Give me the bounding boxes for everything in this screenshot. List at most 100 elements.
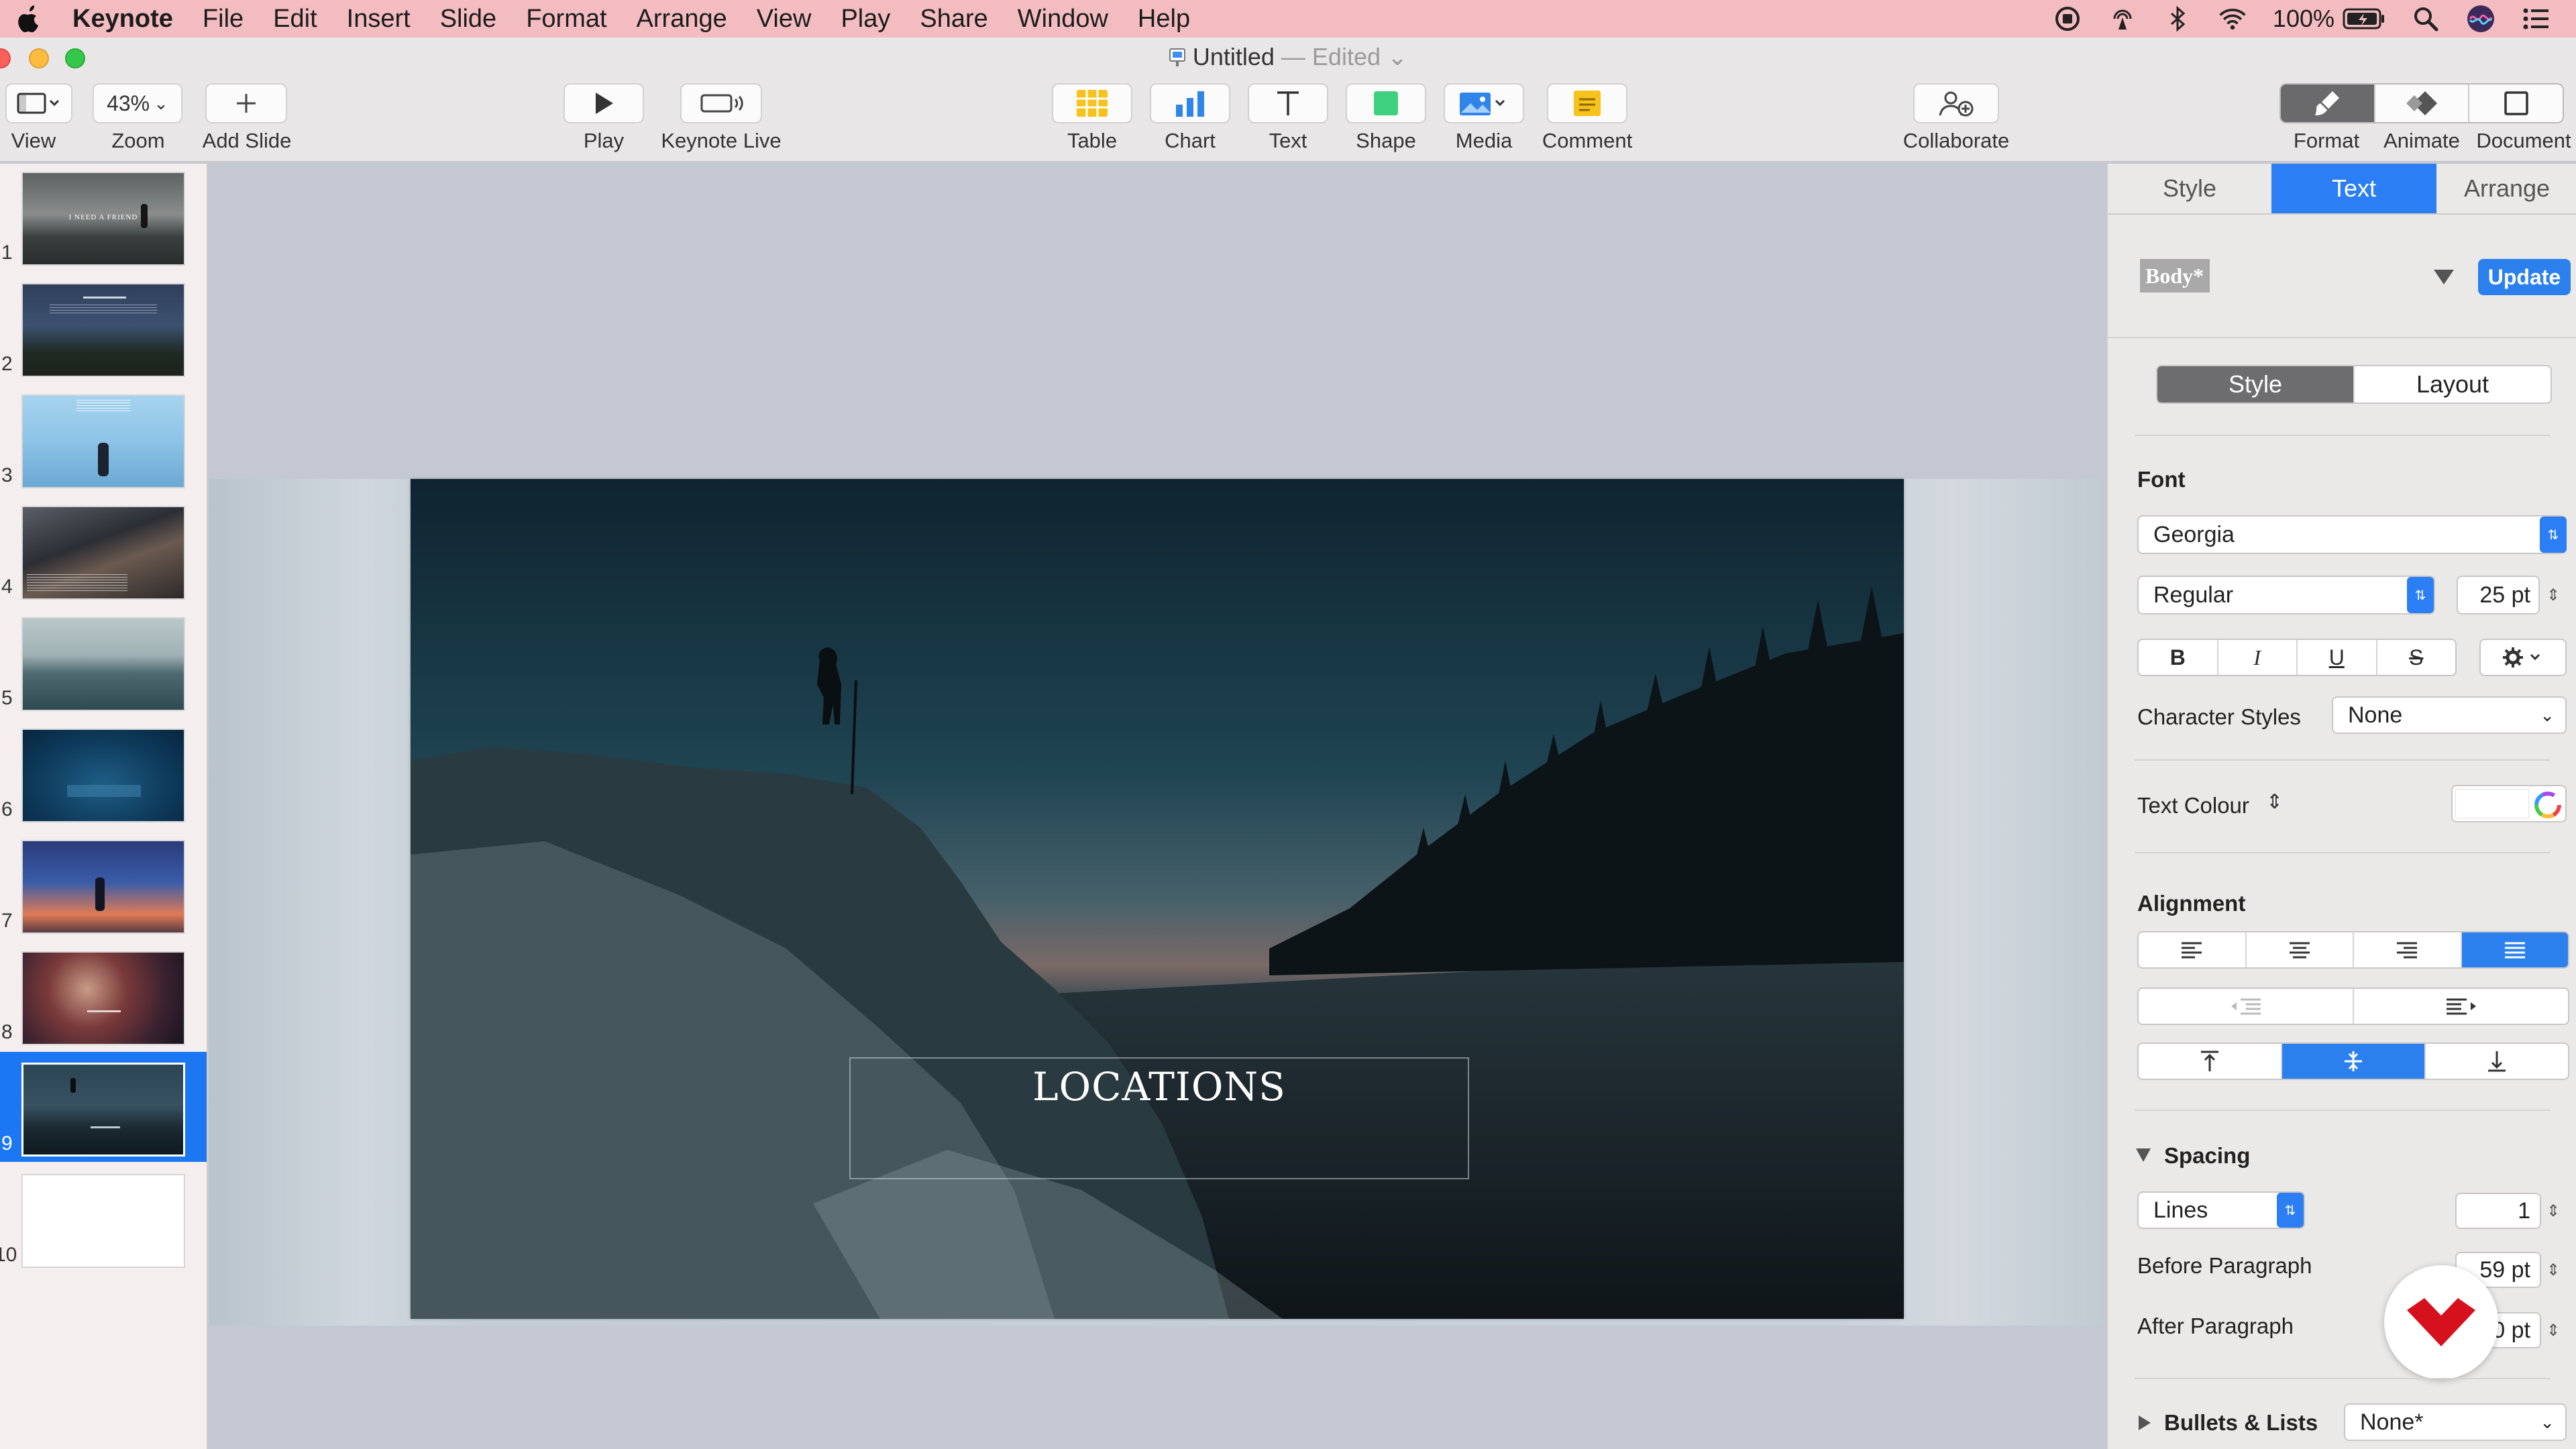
font-family-stepper-icon[interactable]: ⇅ (2540, 517, 2567, 553)
slide-thumbnail-6[interactable] (21, 729, 185, 822)
notification-center-icon[interactable] (2521, 4, 2551, 34)
disclosure-open-icon[interactable] (2135, 1147, 2152, 1163)
airdrop-icon[interactable] (2108, 4, 2137, 34)
chevron-down-icon: ⌄ (2540, 1411, 2555, 1432)
menu-play[interactable]: Play (841, 5, 890, 34)
advanced-font-options-button[interactable] (2479, 639, 2567, 676)
menu-share[interactable]: Share (920, 5, 987, 34)
siri-icon[interactable] (2466, 4, 2496, 34)
view-button[interactable] (5, 83, 72, 123)
menu-slide[interactable]: Slide (440, 5, 497, 34)
subtab-layout[interactable]: Layout (2355, 366, 2551, 402)
add-slide-button[interactable] (205, 83, 287, 123)
spotlight-search-icon[interactable] (2411, 4, 2440, 34)
collaborate-button[interactable] (1913, 83, 1999, 123)
bullets-lists-select[interactable]: None* ⌄ (2344, 1403, 2567, 1441)
menu-insert[interactable]: Insert (347, 5, 411, 34)
tab-style[interactable]: Style (2108, 164, 2271, 213)
slide-thumbnail-9[interactable] (21, 1063, 185, 1157)
align-left-button[interactable] (2139, 932, 2247, 967)
figure-silhouette (70, 1078, 76, 1093)
media-button[interactable] (1444, 83, 1524, 123)
table-button[interactable] (1052, 83, 1132, 123)
line-spacing-field[interactable]: 1 (2455, 1193, 2541, 1229)
apple-icon[interactable] (16, 4, 43, 34)
thumb-title-line (91, 1126, 120, 1128)
add-slide-label: Add Slide (202, 129, 292, 152)
line-spacing-stepper-icon[interactable]: ⇕ (2546, 1193, 2564, 1229)
slide-number: 2 (1, 353, 13, 375)
font-size-field[interactable]: 25 pt (2457, 576, 2540, 614)
paintbrush-icon (2315, 91, 2340, 115)
tab-arrange[interactable]: Arrange (2436, 164, 2576, 213)
shape-button[interactable] (1346, 83, 1426, 123)
slide-title[interactable]: LOCATIONS (851, 1059, 1468, 1110)
align-bottom-button[interactable] (2426, 1044, 2568, 1079)
slide-thumbnail-2[interactable] (21, 283, 185, 377)
menu-help[interactable]: Help (1138, 5, 1190, 34)
menu-app[interactable]: Keynote (72, 5, 173, 34)
justify-button[interactable] (2461, 932, 2568, 967)
typeface-stepper-icon[interactable]: ⇅ (2407, 577, 2434, 613)
slide-thumbnail-5[interactable] (21, 617, 185, 711)
menu-window[interactable]: Window (1018, 5, 1108, 34)
increase-indent-button[interactable] (2354, 989, 2568, 1024)
document-button[interactable] (2468, 85, 2563, 122)
font-family-select[interactable]: Georgia (2137, 515, 2567, 554)
slide-thumbnail-3[interactable] (21, 394, 185, 488)
slide-number: 3 (1, 464, 13, 486)
menu-view[interactable]: View (757, 5, 812, 34)
tab-text[interactable]: Text (2271, 164, 2436, 213)
character-styles-select[interactable]: None ⌄ (2332, 696, 2567, 734)
slide-number: 5 (1, 687, 13, 709)
comment-button[interactable] (1547, 83, 1627, 123)
bold-button[interactable]: B (2139, 640, 2218, 675)
align-middle-button[interactable] (2282, 1044, 2426, 1079)
slide-thumbnail-7[interactable] (21, 840, 185, 934)
decrease-indent-button[interactable] (2139, 989, 2354, 1024)
title-chevron-icon[interactable]: ⌄ (1387, 43, 1407, 70)
battery-icon[interactable] (2343, 4, 2385, 34)
format-button[interactable] (2281, 85, 2374, 122)
play-button[interactable] (564, 83, 644, 123)
strikethrough-button[interactable]: S (2377, 640, 2456, 675)
typeface-select[interactable]: Regular (2137, 576, 2435, 614)
slide[interactable]: LOCATIONS (411, 479, 1904, 1319)
before-paragraph-stepper-icon[interactable]: ⇕ (2546, 1252, 2564, 1288)
chart-button[interactable] (1150, 83, 1230, 123)
spacing-mode-stepper-icon[interactable]: ⇅ (2277, 1193, 2304, 1228)
animate-button[interactable] (2373, 85, 2469, 122)
after-paragraph-stepper-icon[interactable]: ⇕ (2546, 1312, 2564, 1348)
paragraph-style-preview[interactable]: Body* (2140, 259, 2210, 292)
update-style-button[interactable]: Update (2478, 259, 2571, 295)
menu-format[interactable]: Format (526, 5, 606, 34)
zoom-select[interactable]: 43% ⌄ (93, 83, 182, 123)
wifi-icon[interactable] (2218, 4, 2247, 34)
text-colour-stepper-icon[interactable]: ⇕ (2266, 790, 2283, 814)
menu-arrange[interactable]: Arrange (637, 5, 727, 34)
font-size-stepper-icon[interactable]: ⇕ (2546, 577, 2564, 613)
slide-thumbnail-4[interactable] (21, 506, 185, 600)
text-icon (1277, 91, 1299, 115)
document-icon (2504, 91, 2528, 115)
slide-thumbnail-1[interactable]: I NEED A FRIEND (21, 172, 185, 266)
thumb-text-lines (76, 400, 130, 413)
title-text-box[interactable]: LOCATIONS (849, 1057, 1469, 1179)
paragraph-style-dropdown-icon[interactable] (2432, 268, 2455, 286)
menu-edit[interactable]: Edit (273, 5, 317, 34)
text-colour-well[interactable] (2451, 785, 2567, 822)
slide-thumbnail-8[interactable] (21, 951, 185, 1045)
align-top-button[interactable] (2139, 1044, 2282, 1079)
underline-button[interactable]: U (2298, 640, 2377, 675)
align-center-button[interactable] (2247, 932, 2354, 967)
italic-button[interactable]: I (2218, 640, 2298, 675)
align-right-button[interactable] (2354, 932, 2462, 967)
keynote-live-button[interactable] (680, 83, 762, 123)
subtab-style[interactable]: Style (2157, 366, 2355, 402)
disclosure-closed-icon[interactable] (2137, 1414, 2152, 1432)
text-button[interactable] (1248, 83, 1328, 123)
slide-thumbnail-10[interactable] (21, 1174, 185, 1268)
screen-record-icon[interactable] (2053, 4, 2082, 34)
bluetooth-icon[interactable] (2163, 4, 2192, 34)
menu-file[interactable]: File (203, 5, 244, 34)
